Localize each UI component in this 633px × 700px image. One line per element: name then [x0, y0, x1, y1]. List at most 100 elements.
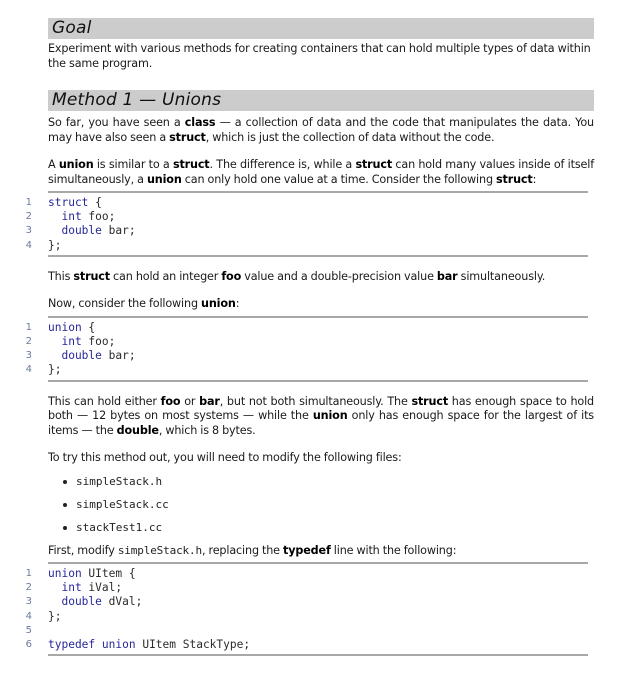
code-keyword: double — [48, 224, 102, 238]
code-line: 1 union UItem { — [26, 567, 588, 581]
bold-term: struct — [411, 394, 449, 408]
file-list-item: simpleStack.cc — [52, 498, 594, 521]
text: So far, you have seen a — [48, 116, 185, 129]
code-keyword: union — [48, 567, 82, 580]
line-number: 6 — [25, 638, 32, 650]
code-line: 1 union { — [26, 320, 588, 335]
code-keyword: int — [48, 334, 82, 348]
code-text: }; — [48, 238, 62, 252]
code-text: foo; — [81, 334, 116, 348]
paragraph-files-intro: To try this method out, you will need to… — [48, 451, 402, 464]
line-number: 3 — [25, 596, 32, 608]
bold-term: class — [184, 116, 216, 129]
bold-term: struct — [496, 172, 533, 186]
bold-term: struct — [169, 130, 206, 144]
code-text: dVal; — [101, 595, 143, 609]
file-name: stackTest1.cc — [76, 520, 163, 534]
bullet-icon — [63, 479, 67, 484]
paragraph-consider-union: Now, consider the following union: — [48, 297, 594, 312]
paragraph-struct-explain: This struct can hold an integer foo valu… — [48, 270, 594, 285]
bold-term: union — [146, 172, 182, 186]
bold-term: foo — [221, 269, 242, 283]
file-name: simpleStack.cc — [76, 497, 169, 511]
code-text: }; — [48, 363, 62, 377]
inline-code: simpleStack.h — [117, 543, 202, 557]
text: can only hold one value at a time. Consi… — [181, 172, 496, 186]
bullet-icon — [63, 525, 67, 530]
text: is similar to a — [93, 158, 173, 171]
code-text: foo; — [81, 210, 116, 224]
bold-term: union — [58, 158, 94, 171]
file-list-item: simpleStack.h — [52, 475, 594, 498]
text: This can hold either — [48, 394, 161, 408]
code-text: iVal; — [81, 581, 123, 595]
goal-heading: Goal — [48, 18, 594, 39]
text: First, modify — [48, 543, 118, 557]
code-line: 3 double bar; — [26, 349, 588, 363]
code-keyword: int — [48, 581, 82, 595]
code-line: 4}; — [26, 609, 588, 624]
paragraph-class-struct: So far, you have seen a class — a collec… — [48, 116, 594, 145]
line-number: 3 — [25, 350, 32, 362]
goal-text: Experiment with various methods for crea… — [48, 42, 591, 70]
line-number: 2 — [25, 211, 32, 223]
file-list-item: stackTest1.cc — [52, 521, 594, 544]
paragraph-union-explain: This can hold either foo or bar, but not… — [48, 395, 594, 439]
code-block-struct: 1 struct { 2 int foo; 3 double bar; 4}; — [26, 191, 588, 257]
bold-term: struct — [73, 269, 110, 283]
code-line: 2 int foo; — [26, 334, 588, 349]
bold-term: union — [201, 297, 236, 311]
line-number: 5 — [25, 624, 32, 636]
line-number: 1 — [25, 197, 32, 208]
bold-term: double — [116, 423, 159, 437]
text: : — [235, 297, 240, 311]
text: , which is just the collection of data w… — [205, 130, 495, 144]
text: . The difference is, while a — [209, 158, 356, 171]
bold-term: foo — [160, 394, 181, 408]
document-page: Goal Experiment with various methods for… — [26, 0, 594, 657]
line-number: 1 — [25, 321, 32, 333]
text: Now, consider the following — [48, 297, 202, 311]
bold-term: struct — [355, 158, 393, 171]
text: or — [180, 394, 200, 408]
text: value and a double-precision value — [241, 269, 437, 283]
text: A — [48, 158, 59, 171]
text: line with the following: — [330, 543, 457, 557]
code-keyword: double — [48, 595, 102, 609]
text: can hold an integer — [109, 269, 222, 283]
bold-term: struct — [172, 158, 210, 171]
bold-term: bar — [436, 269, 458, 283]
text: , but not both simultaneously. The — [219, 394, 412, 408]
paragraph-modify-header: First, modify simpleStack.h, replacing t… — [48, 544, 594, 559]
line-number: 4 — [25, 364, 32, 376]
code-keyword: union — [48, 320, 82, 334]
bold-term: typedef — [283, 543, 331, 557]
line-number: 2 — [25, 582, 32, 594]
file-name: simpleStack.h — [76, 474, 163, 488]
bold-term: union — [312, 409, 348, 422]
file-list: simpleStack.h simpleStack.cc stackTest1.… — [48, 475, 594, 544]
code-keyword: int — [48, 210, 82, 224]
paragraph-union-intro: A union is similar to a struct. The diff… — [48, 158, 594, 187]
code-line: 3 double bar; — [26, 224, 588, 238]
code-line: 5 — [26, 624, 588, 638]
code-line: 4}; — [26, 238, 588, 253]
line-number: 3 — [25, 225, 32, 237]
method1-heading: Method 1 — Unions — [48, 90, 594, 111]
code-line: 6 typedef union UItem StackType; — [26, 638, 588, 652]
code-text: }; — [48, 609, 62, 623]
code-text: UItem { — [81, 567, 136, 580]
line-number: 4 — [25, 239, 32, 251]
code-line: 2 int foo; — [26, 210, 588, 224]
text: , which is 8 bytes. — [158, 423, 256, 437]
code-text: bar; — [101, 349, 136, 363]
code-keyword: double — [48, 349, 102, 363]
line-number: 2 — [25, 335, 32, 347]
code-block-union: 1 union { 2 int foo; 3 double bar; 4}; — [26, 315, 588, 382]
bold-term: bar — [199, 394, 220, 408]
code-keyword: struct — [48, 196, 89, 209]
text: This — [48, 269, 74, 283]
code-text: bar; — [101, 224, 136, 238]
text: simultaneously. — [457, 269, 546, 283]
